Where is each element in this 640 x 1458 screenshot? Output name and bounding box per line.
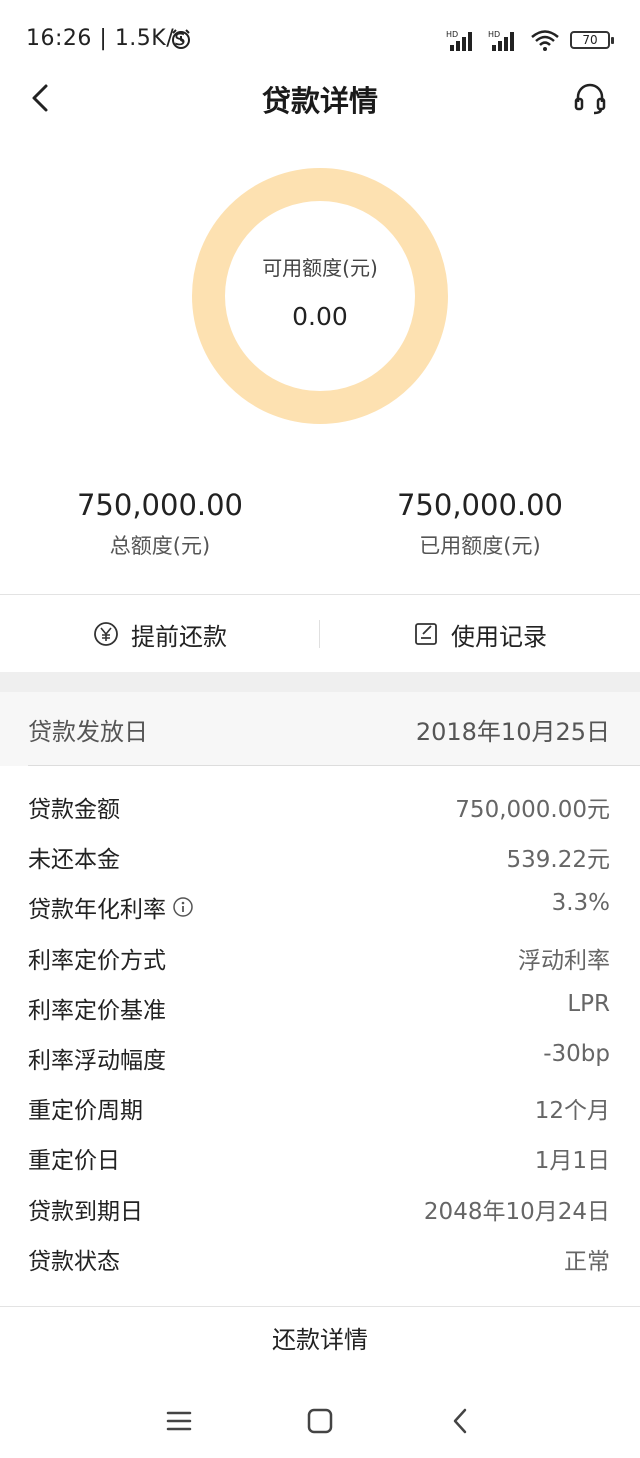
battery-icon: 70 [570, 31, 614, 49]
detail-row: 利率定价基准 LPR [0, 981, 640, 1031]
available-credit-label: 可用额度(元) [262, 256, 378, 280]
detail-row: 重定价日 1月1日 [0, 1131, 640, 1181]
system-nav-bar [0, 1390, 640, 1450]
available-credit-value: 0.00 [292, 302, 348, 331]
status-time-speed: 16:26 | 1.5K/s [26, 26, 187, 51]
status-icons: HD HD 70 [446, 26, 614, 54]
edit-note-icon [415, 623, 437, 645]
detail-value: 750,000.00元 [455, 797, 610, 823]
svg-text:HD: HD [446, 30, 458, 39]
back-icon[interactable] [444, 1404, 478, 1438]
usage-records-button[interactable]: 使用记录 [320, 596, 640, 672]
yen-coin-icon [94, 622, 118, 646]
svg-text:HD: HD [488, 30, 500, 39]
used-credit-label: 已用额度(元) [419, 534, 541, 558]
detail-value: 浮动利率 [518, 947, 610, 974]
wifi-icon [531, 30, 559, 51]
detail-label: 贷款年化利率 [28, 897, 166, 924]
headset-icon[interactable] [570, 78, 610, 118]
divider [0, 1306, 640, 1307]
detail-row: 贷款年化利率 3.3% [0, 880, 640, 930]
detail-value: 12个月 [534, 1098, 610, 1125]
detail-value: 2048年10月24日 [423, 1198, 610, 1225]
detail-label: 贷款金额 [28, 797, 120, 823]
detail-value: 1月1日 [534, 1148, 610, 1175]
detail-label: 利率定价基准 [28, 997, 166, 1024]
signal-hd-icon: HD [488, 30, 514, 51]
detail-label: 贷款到期日 [28, 1198, 143, 1225]
detail-row: 重定价周期 12个月 [0, 1081, 640, 1131]
repayment-details-button[interactable]: 还款详情 [0, 1320, 640, 1355]
detail-value: 正常 [564, 1248, 610, 1275]
loan-issue-date-value: 2018年10月25日 [415, 718, 610, 746]
info-icon[interactable] [172, 896, 194, 918]
used-credit-amount: 750,000.00 [396, 488, 564, 522]
detail-label: 重定价周期 [28, 1098, 143, 1125]
signal-hd-icon: HD [446, 30, 472, 51]
nav-bar: 贷款详情 [0, 70, 640, 126]
used-credit: 750,000.00 已用额度(元) [320, 488, 640, 560]
detail-label: 未还本金 [28, 847, 120, 874]
usage-records-label: 使用记录 [451, 622, 547, 651]
detail-row: 贷款到期日 2048年10月24日 [0, 1182, 640, 1232]
detail-label: 利率定价方式 [28, 947, 166, 974]
total-credit-label: 总额度(元) [109, 534, 211, 558]
total-credit: 750,000.00 总额度(元) [0, 488, 320, 560]
available-credit-ring [192, 168, 448, 424]
detail-value: -30bp [543, 1040, 610, 1067]
alarm-icon [172, 29, 190, 49]
loan-issue-date-row: 贷款发放日 2018年10月25日 [0, 692, 640, 766]
divider [28, 765, 640, 766]
detail-row: 贷款金额 750,000.00元 [0, 780, 640, 830]
detail-row: 利率定价方式 浮动利率 [0, 931, 640, 981]
detail-value: LPR [567, 990, 610, 1017]
detail-row: 未还本金 539.22元 [0, 830, 640, 880]
divider [0, 594, 640, 595]
detail-label-with-info: 贷款年化利率 [28, 890, 194, 924]
home-square-icon[interactable] [303, 1404, 337, 1438]
detail-row: 贷款状态 正常 [0, 1232, 640, 1282]
detail-row: 利率浮动幅度 -30bp [0, 1031, 640, 1081]
detail-value: 539.22元 [506, 847, 610, 874]
detail-label: 重定价日 [28, 1148, 120, 1175]
detail-value: 3.3% [551, 890, 610, 917]
page-title: 贷款详情 [261, 84, 378, 118]
prepay-label: 提前还款 [131, 622, 227, 651]
loan-issue-date-label: 贷款发放日 [28, 718, 148, 746]
detail-label: 利率浮动幅度 [28, 1047, 166, 1074]
loan-detail-list: 贷款金额 750,000.00元 未还本金 539.22元 贷款年化利率 3.3… [0, 780, 640, 1282]
section-gap [0, 672, 640, 692]
prepay-button[interactable]: 提前还款 [0, 596, 320, 672]
detail-label: 贷款状态 [28, 1248, 120, 1275]
total-credit-amount: 750,000.00 [76, 488, 244, 522]
menu-icon[interactable] [162, 1404, 196, 1438]
status-bar: 16:26 | 1.5K/s HD HD 70 [0, 0, 640, 80]
